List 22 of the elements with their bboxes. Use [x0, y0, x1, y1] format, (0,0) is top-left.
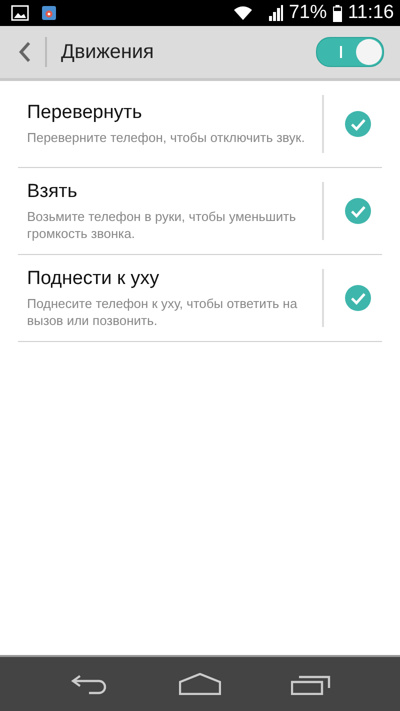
setting-title: Перевернуть: [27, 102, 143, 124]
wifi-icon: [232, 6, 253, 20]
battery-icon: [332, 4, 342, 22]
setting-title: Взять: [27, 180, 78, 202]
lock-icon: [41, 5, 57, 21]
back-icon[interactable]: [19, 41, 31, 63]
back-icon[interactable]: [69, 673, 109, 695]
checkbox[interactable]: [344, 197, 372, 225]
signal-icon: [268, 5, 283, 21]
page-title: Движения: [61, 40, 155, 64]
clock: 11:16: [348, 2, 394, 24]
battery-percent: 71%: [288, 2, 327, 24]
setting-description: Поднесите телефон к уху, чтобы ответить на вызов или позвонить.: [27, 294, 298, 328]
recent-apps-icon[interactable]: [291, 673, 331, 695]
setting-description: Переверните телефон, чтобы отключить звук.: [27, 129, 306, 146]
checkbox[interactable]: [344, 110, 372, 138]
master-switch[interactable]: [316, 37, 384, 67]
setting-title: Поднести к уху: [27, 268, 160, 290]
checkbox[interactable]: [344, 284, 372, 312]
gallery-icon: [11, 5, 29, 21]
home-icon[interactable]: [179, 673, 221, 695]
setting-description: Возьмите телефон в руки, чтобы уменьшить громкость звонка.: [27, 208, 297, 242]
